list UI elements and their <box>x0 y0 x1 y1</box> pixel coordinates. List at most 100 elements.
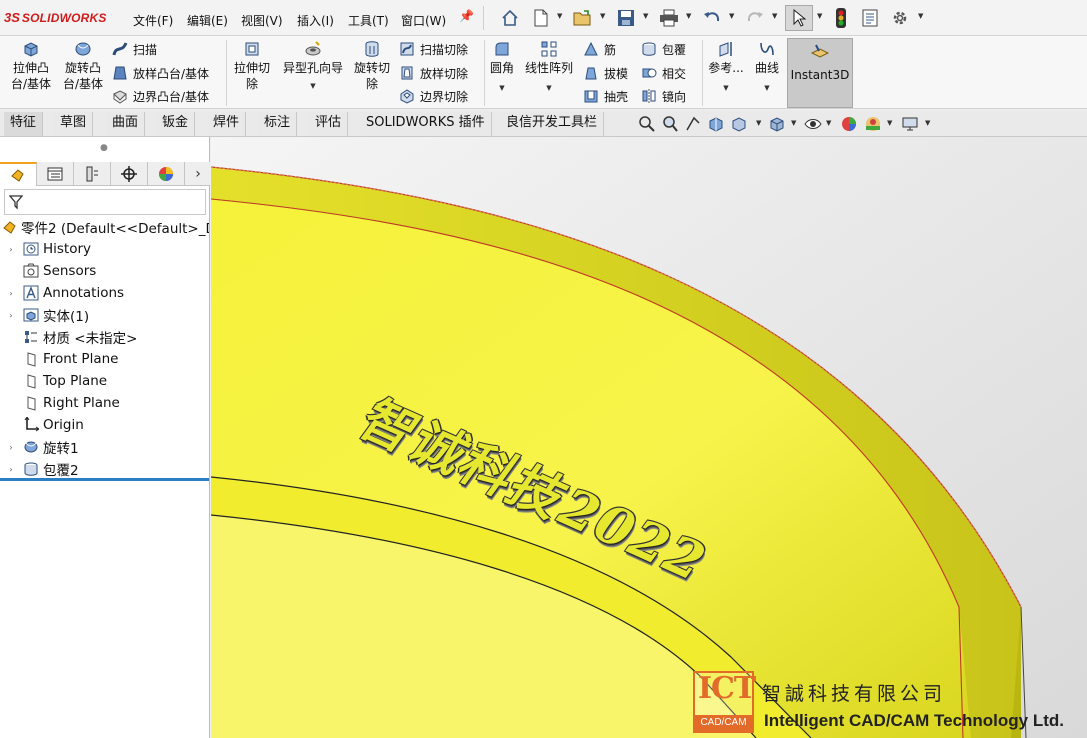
fillet-button[interactable]: 圆角 ▼ <box>488 39 516 96</box>
tree-item-front-plane[interactable]: Front Plane <box>0 348 209 370</box>
save-icon[interactable] <box>614 7 638 29</box>
chevron-down-icon[interactable]: ▼ <box>772 12 777 20</box>
new-document-icon[interactable] <box>529 7 553 29</box>
panel-collapse-handle-icon[interactable]: ● <box>100 143 108 153</box>
revolve-boss-button[interactable]: 旋转凸 台/基体 <box>58 39 108 92</box>
chevron-down-icon[interactable]: ▼ <box>686 12 691 20</box>
home-icon[interactable] <box>498 7 522 29</box>
menu-tools[interactable]: 工具(T) <box>348 12 389 29</box>
menu-file[interactable]: 文件(F) <box>133 12 173 29</box>
tab-display-manager[interactable] <box>148 162 185 186</box>
chevron-down-icon[interactable]: ▼ <box>817 12 822 20</box>
tree-item-history[interactable]: › History <box>0 238 209 260</box>
apply-scene-icon[interactable] <box>864 114 882 134</box>
expand-arrow-icon[interactable]: › <box>6 311 16 320</box>
reference-geometry-button[interactable]: 参考... ▼ <box>706 39 746 96</box>
rib-button[interactable]: 筋 <box>582 39 616 59</box>
tab-weldments[interactable]: 焊件 <box>207 112 247 136</box>
tab-sheet-metal[interactable]: 钣金 <box>156 112 196 136</box>
undo-icon[interactable] <box>700 7 724 29</box>
curves-button[interactable]: 曲线 ▼ <box>750 39 784 96</box>
expand-arrow-icon[interactable]: › <box>6 443 16 452</box>
revolve-cut-button[interactable]: 旋转切 除 <box>350 39 394 92</box>
sweep-button[interactable]: 扫描 <box>111 39 157 59</box>
chevron-down-icon[interactable]: ▼ <box>310 78 315 94</box>
tree-item-material[interactable]: 材质 <未指定> <box>0 326 209 348</box>
select-pointer-icon[interactable] <box>785 5 813 31</box>
extrude-boss-button[interactable]: 拉伸凸 台/基体 <box>6 39 56 92</box>
tree-item-annotations[interactable]: › Annotations <box>0 282 209 304</box>
chevron-down-icon[interactable]: ▼ <box>826 119 831 127</box>
section-view-icon[interactable] <box>707 114 725 134</box>
menu-edit[interactable]: 编辑(E) <box>187 12 228 29</box>
expand-arrow-icon[interactable]: › <box>6 465 16 474</box>
display-style-icon[interactable] <box>804 114 822 134</box>
hole-wizard-button[interactable]: 异型孔向导 ▼ <box>278 39 348 94</box>
print-icon[interactable] <box>657 7 681 29</box>
file-properties-icon[interactable] <box>858 7 882 29</box>
pin-menu-icon[interactable]: 📌 <box>459 9 474 23</box>
chevron-down-icon[interactable]: ▼ <box>887 119 892 127</box>
rebuild-traffic-light-icon[interactable] <box>829 7 853 29</box>
tree-item-right-plane[interactable]: Right Plane <box>0 392 209 414</box>
menu-view[interactable]: 视图(V) <box>241 12 283 29</box>
tree-item-sensors[interactable]: Sensors <box>0 260 209 282</box>
tree-item-wrap2[interactable]: › 包覆2 <box>0 458 209 480</box>
tree-root-part[interactable]: 零件2 (Default<<Default>_D <box>0 216 209 238</box>
tab-markup[interactable]: 标注 <box>258 112 298 136</box>
chevron-down-icon[interactable]: ▼ <box>723 80 728 96</box>
previous-view-icon[interactable] <box>684 114 702 134</box>
tree-item-revolve1[interactable]: › 旋转1 <box>0 436 209 458</box>
extrude-cut-button[interactable]: 拉伸切 除 <box>230 39 274 92</box>
tab-surfaces[interactable]: 曲面 <box>106 112 146 136</box>
chevron-down-icon[interactable]: ▼ <box>643 12 648 20</box>
linear-pattern-button[interactable]: 线性阵列 ▼ <box>522 39 576 96</box>
tree-item-solid-bodies[interactable]: › 实体(1) <box>0 304 209 326</box>
edit-appearance-icon[interactable] <box>840 114 858 134</box>
chevron-down-icon[interactable]: ▼ <box>729 12 734 20</box>
tab-dimxpert-manager[interactable] <box>111 162 148 186</box>
view-settings-monitor-icon[interactable] <box>901 114 919 134</box>
graphics-viewport[interactable]: 智诚科技2022 <box>211 137 1087 738</box>
options-gear-icon[interactable] <box>888 7 912 29</box>
tab-sketch[interactable]: 草图 <box>54 112 94 136</box>
tree-item-origin[interactable]: Origin <box>0 414 209 436</box>
redo-icon[interactable] <box>743 7 767 29</box>
dynamic-annotation-icon[interactable] <box>730 114 748 134</box>
loft-cut-button[interactable]: 放样切除 <box>398 63 468 83</box>
chevron-down-icon[interactable]: ▼ <box>557 12 562 20</box>
chevron-down-icon[interactable]: ▼ <box>600 12 605 20</box>
tab-features[interactable]: 特征 <box>4 112 44 136</box>
mirror-button[interactable]: 镜向 <box>640 86 686 106</box>
chevron-down-icon[interactable]: ▼ <box>925 119 930 127</box>
chevron-right-icon[interactable]: › <box>186 162 210 185</box>
chevron-down-icon[interactable]: ▼ <box>546 80 551 96</box>
intersect-button[interactable]: 相交 <box>640 63 686 83</box>
loft-boss-button[interactable]: 放样凸台/基体 <box>111 63 209 83</box>
tab-custom-toolbar[interactable]: 良信开发工具栏 <box>500 112 605 136</box>
chevron-down-icon[interactable]: ▼ <box>756 119 761 127</box>
rollback-bar[interactable] <box>0 478 209 481</box>
solidworks-logo[interactable]: 3S SOLIDWORKS <box>4 10 107 25</box>
view-orientation-icon[interactable] <box>768 114 786 134</box>
tab-feature-manager[interactable] <box>0 162 37 186</box>
sweep-cut-button[interactable]: 扫描切除 <box>398 39 468 59</box>
boundary-boss-button[interactable]: 边界凸台/基体 <box>111 86 209 106</box>
chevron-down-icon[interactable]: ▼ <box>918 12 923 20</box>
shell-button[interactable]: 抽壳 <box>582 86 628 106</box>
expand-arrow-icon[interactable]: › <box>6 245 16 254</box>
menu-insert[interactable]: 插入(I) <box>297 12 334 29</box>
zoom-to-area-icon[interactable] <box>661 114 679 134</box>
menu-window[interactable]: 窗口(W) <box>401 12 446 29</box>
chevron-down-icon[interactable]: ▼ <box>764 80 769 96</box>
tab-evaluate[interactable]: 评估 <box>309 112 349 136</box>
expand-arrow-icon[interactable]: › <box>6 289 16 298</box>
open-document-icon[interactable] <box>571 7 595 29</box>
draft-button[interactable]: 拔模 <box>582 63 628 83</box>
boundary-cut-button[interactable]: 边界切除 <box>398 86 468 106</box>
zoom-to-fit-icon[interactable] <box>638 114 656 134</box>
tree-item-top-plane[interactable]: Top Plane <box>0 370 209 392</box>
tab-configuration-manager[interactable] <box>74 162 111 186</box>
chevron-down-icon[interactable]: ▼ <box>499 80 504 96</box>
wrap-button[interactable]: 包覆 <box>640 39 686 59</box>
